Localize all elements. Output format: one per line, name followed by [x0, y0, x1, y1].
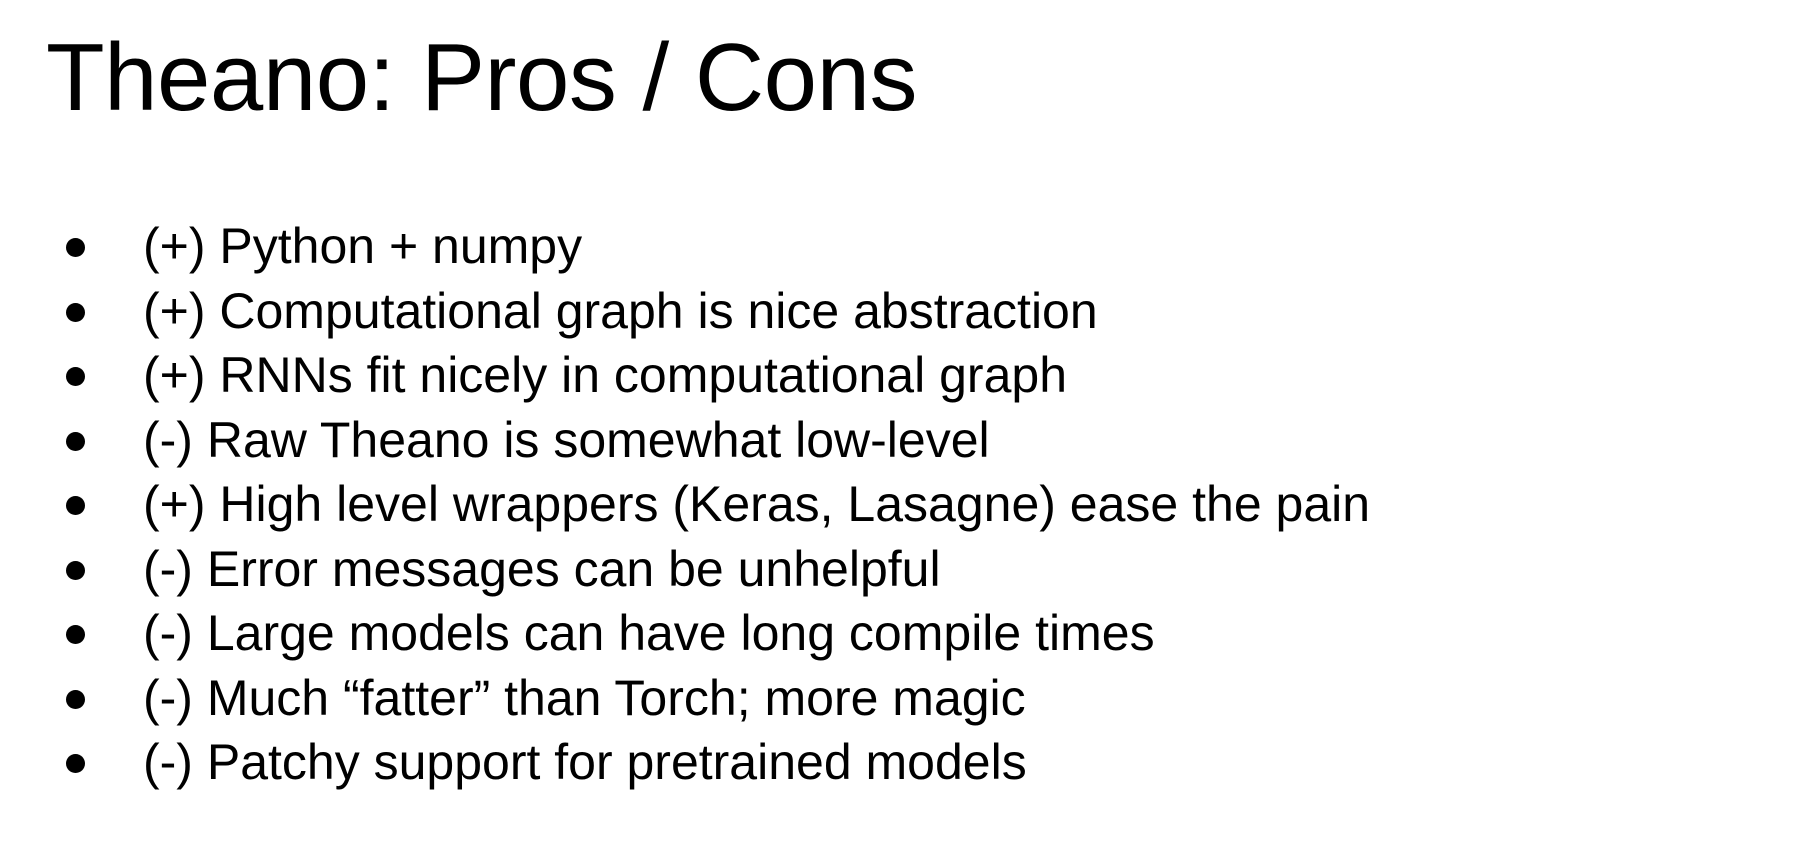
bullet-text: (-) Large models can have long compile t…	[143, 605, 1155, 661]
bullet-text: (-) Error messages can be unhelpful	[143, 540, 941, 597]
slide: Theano: Pros / Cons (+) Python + numpy (…	[0, 0, 1805, 854]
bullet-text: (+) Computational graph is nice abstract…	[143, 282, 1098, 339]
bullet-dot-icon	[66, 496, 85, 515]
bullet-text: (+) High level wrappers (Keras, Lasagne)…	[143, 476, 1371, 532]
bullet-dot-icon	[66, 431, 85, 451]
slide-title: Theano: Pros / Cons	[46, 24, 917, 131]
bullet-dot-icon	[66, 689, 85, 709]
bullet-text: (-) Patchy support for pretrained models	[143, 734, 1027, 790]
bullet-text: (-) Raw Theano is somewhat low-level	[143, 411, 990, 468]
bullet-dot-icon	[66, 560, 85, 580]
bullet-dot-icon	[66, 302, 85, 322]
bullet-text: (+) Python + numpy	[143, 218, 583, 274]
bullet-text: (+) RNNs fit nicely in computational gra…	[143, 347, 1067, 403]
bullet-text: (-) Much “fatter” than Torch; more magic	[143, 669, 1026, 726]
bullet-dot-icon	[66, 625, 85, 644]
bullet-dot-icon	[66, 754, 85, 773]
bullet-dot-icon	[66, 238, 85, 257]
bullet-dot-icon	[66, 367, 85, 386]
